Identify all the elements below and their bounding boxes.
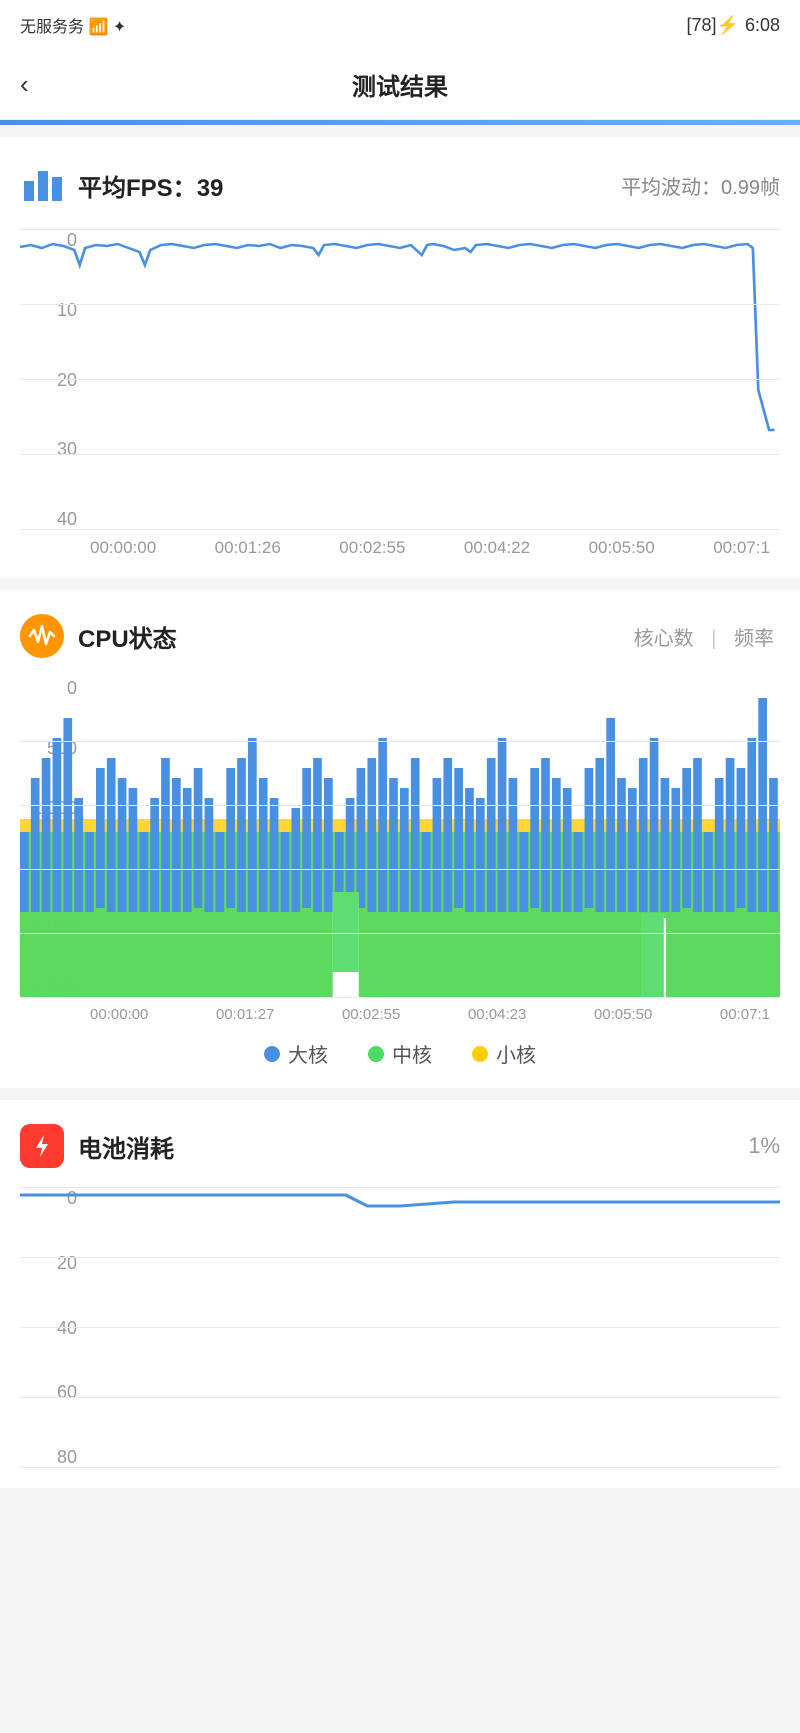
- cpu-section: CPU状态 核心数 | 频率 2,500 2,000 1,500 1,000 5…: [0, 590, 800, 1088]
- mid-core-dot: [368, 1046, 384, 1062]
- page-header: ‹ 测试结果: [0, 50, 800, 120]
- fps-x-labels: 00:00:00 00:01:26 00:02:55 00:04:22 00:0…: [90, 538, 770, 558]
- back-button[interactable]: ‹: [20, 69, 29, 100]
- cpu-legend: 大核 中核 小核: [20, 1039, 780, 1068]
- fps-subtitle: 平均波动：0.99帧: [621, 171, 780, 200]
- status-time: [78]⚡ 6:08: [686, 15, 780, 36]
- fps-title: 平均FPS：39: [78, 168, 223, 203]
- fps-chart-container: 40 30 20 10 0: [20, 230, 780, 558]
- cpu-title: CPU状态: [78, 619, 177, 654]
- cpu-header: CPU状态 核心数 | 频率: [20, 614, 780, 658]
- cpu-chart-svg: [20, 678, 780, 998]
- cpu-chart-container: 2,500 2,000 1,500 1,000 500 0: [20, 678, 780, 1068]
- small-core-dot: [472, 1046, 488, 1062]
- status-signal: 无服务务 📶 ✦: [20, 13, 126, 37]
- cpu-x-labels: 00:00:00 00:01:27 00:02:55 00:04:23 00:0…: [90, 1006, 770, 1023]
- big-core-dot: [264, 1046, 280, 1062]
- battery-chart-svg: [20, 1188, 780, 1468]
- fps-chart-svg: [20, 230, 780, 530]
- battery-level: [78]⚡: [686, 15, 738, 36]
- fps-section: 平均FPS：39 平均波动：0.99帧 40 30 20 10 0: [0, 137, 800, 578]
- page-title: 测试结果: [352, 67, 448, 102]
- battery-value: 1%: [748, 1133, 780, 1159]
- cpu-links[interactable]: 核心数 | 频率: [628, 622, 780, 651]
- battery-chart-container: 80 60 40 20 0: [20, 1188, 780, 1468]
- status-bar: 无服务务 📶 ✦ [78]⚡ 6:08: [0, 0, 800, 50]
- accent-bar: [0, 120, 800, 125]
- battery-section-icon: [20, 1124, 64, 1168]
- battery-section: 电池消耗 1% 80 60 40 20 0: [0, 1100, 800, 1488]
- fps-header: 平均FPS：39 平均波动：0.99帧: [20, 161, 780, 210]
- fps-chart-icon: [20, 161, 64, 210]
- cpu-icon: [20, 614, 64, 658]
- battery-title: 电池消耗: [78, 1129, 174, 1164]
- battery-header: 电池消耗 1%: [20, 1124, 780, 1168]
